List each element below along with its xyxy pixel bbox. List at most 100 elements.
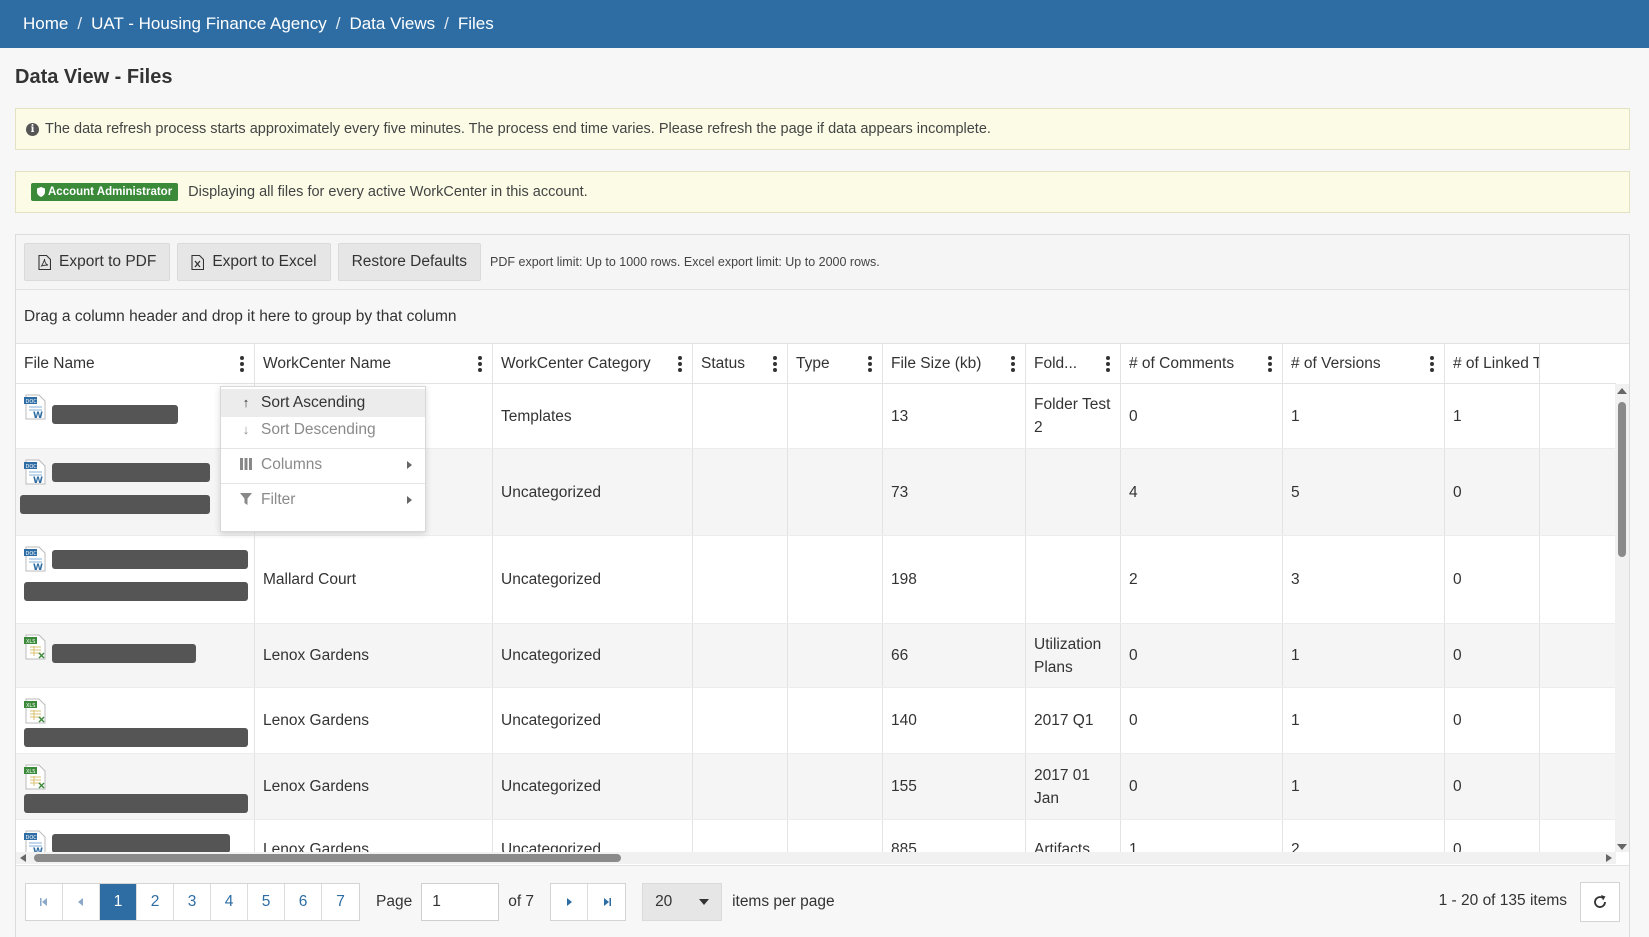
export-pdf-button[interactable]: Export to PDF (24, 243, 171, 281)
page-button[interactable]: 6 (285, 883, 322, 920)
cell-comments: 0 (1121, 624, 1283, 687)
cell-folder (1026, 449, 1121, 535)
cell-file-name[interactable]: XLS (16, 624, 255, 687)
scroll-left-icon[interactable] (20, 854, 26, 862)
column-menu-icon[interactable] (678, 356, 682, 372)
excel-file-icon: XLS (24, 764, 46, 790)
column-header-workcenter-category[interactable]: WorkCenter Category (493, 344, 693, 384)
cell-file-name[interactable]: XLS (16, 688, 255, 753)
prev-page-button[interactable] (63, 883, 100, 920)
table-row[interactable]: XLS Lenox Gardens Uncategorized 155 2017 01 … (16, 754, 1616, 820)
cell-workcenter-name: Lenox Gardens (255, 754, 493, 819)
word-doc-icon: DOC W (24, 546, 46, 573)
column-header-type[interactable]: Type (788, 344, 883, 384)
sort-ascending-label: Sort Ascending (261, 394, 366, 411)
group-drop-panel[interactable]: Drag a column header and drop it here to… (16, 290, 1629, 344)
scroll-right-icon[interactable] (1606, 854, 1612, 862)
sort-ascending-item[interactable]: ↑ Sort Ascending (221, 389, 425, 417)
column-menu-icon[interactable] (1011, 356, 1015, 372)
column-title: # of Comments (1129, 355, 1235, 372)
page-button[interactable]: 2 (137, 883, 174, 920)
column-header-linked[interactable]: # of Linked T (1445, 344, 1540, 384)
page-button[interactable]: 3 (174, 883, 211, 920)
cell-type (788, 536, 883, 623)
cell-versions: 1 (1283, 754, 1445, 819)
column-menu-icon[interactable] (478, 356, 482, 372)
chevron-right-icon (407, 496, 412, 504)
excel-file-icon (191, 254, 205, 270)
sort-descending-icon: ↓ (242, 421, 250, 437)
column-header-file-size[interactable]: File Size (kb) (883, 344, 1026, 384)
svg-text:W: W (33, 411, 43, 420)
sort-descending-item[interactable]: ↓ Sort Descending (221, 416, 425, 444)
table-row[interactable]: DOC W Mallard Court Uncategorized 198 2 3 0 (16, 536, 1616, 624)
data-refresh-alert-text: The data refresh process starts approxim… (45, 121, 991, 137)
table-row[interactable]: XLS Lenox Gardens Uncategorized 140 2017 Q1 0… (16, 688, 1616, 754)
items-per-page-select[interactable]: 20 (642, 882, 723, 921)
word-doc-icon: DOC W (24, 394, 46, 421)
page-button[interactable]: 4 (211, 883, 248, 920)
restore-defaults-button[interactable]: Restore Defaults (337, 243, 482, 281)
column-menu-icon[interactable] (1106, 356, 1110, 372)
svg-text:W: W (33, 563, 43, 572)
column-header-comments[interactable]: # of Comments (1121, 344, 1283, 384)
column-header-versions[interactable]: # of Versions (1283, 344, 1445, 384)
column-menu-icon[interactable] (1268, 356, 1272, 372)
scroll-thumb[interactable] (1618, 402, 1626, 557)
cell-linked: 0 (1445, 449, 1540, 535)
horizontal-scrollbar[interactable] (16, 852, 1616, 864)
vertical-scrollbar[interactable] (1615, 384, 1629, 852)
cell-file-name[interactable]: XLS (16, 754, 255, 819)
pager-nav-buttons (550, 882, 627, 921)
refresh-button[interactable] (1580, 882, 1620, 922)
column-header-status[interactable]: Status (693, 344, 788, 384)
cell-file-size: 73 (883, 449, 1026, 535)
page-number-input[interactable] (421, 882, 500, 921)
columns-item[interactable]: Columns (221, 451, 425, 479)
refresh-icon (1594, 895, 1606, 908)
cell-folder: 2017 01 Jan (1026, 754, 1121, 819)
cell-type (788, 384, 883, 448)
next-page-button[interactable] (551, 883, 589, 920)
cell-status (693, 449, 788, 535)
first-page-button[interactable] (26, 883, 63, 920)
breadcrumb-account[interactable]: UAT - Housing Finance Agency (91, 14, 327, 34)
breadcrumb-home[interactable]: Home (23, 14, 68, 34)
last-page-button[interactable] (588, 884, 625, 920)
word-doc-icon: DOC W (24, 459, 46, 486)
column-title: Type (796, 355, 830, 372)
svg-text:XLS: XLS (26, 769, 35, 775)
column-menu-icon[interactable] (240, 356, 244, 372)
page-button[interactable]: 1 (100, 883, 137, 920)
cell-comments: 4 (1121, 449, 1283, 535)
page-button[interactable]: 7 (322, 884, 359, 920)
column-menu-icon[interactable] (868, 356, 872, 372)
filter-item[interactable]: Filter (221, 486, 425, 514)
column-title: WorkCenter Name (263, 355, 392, 372)
items-per-page-value: 20 (655, 892, 673, 910)
table-row[interactable]: XLS Lenox Gardens Uncategorized 66 Utilizati… (16, 624, 1616, 688)
scroll-up-icon[interactable] (1617, 388, 1627, 394)
page-button[interactable]: 5 (248, 883, 285, 920)
export-limit-note: PDF export limit: Up to 1000 rows. Excel… (490, 255, 880, 269)
redacted-file-name (52, 463, 210, 482)
column-menu-icon[interactable] (773, 356, 777, 372)
svg-text:DOC: DOC (26, 835, 38, 841)
cell-type (788, 754, 883, 819)
breadcrumb-separator: / (335, 14, 341, 33)
page-title: Data View - Files (15, 66, 173, 88)
cell-type (788, 688, 883, 753)
export-excel-button[interactable]: Export to Excel (177, 243, 331, 281)
cell-linked: 1 (1445, 384, 1540, 448)
column-header-file-name[interactable]: File Name (16, 344, 255, 384)
page-label: Page (376, 892, 413, 910)
column-header-folder[interactable]: Fold... (1026, 344, 1121, 384)
breadcrumb-data-views[interactable]: Data Views (349, 14, 435, 34)
column-header-workcenter-name[interactable]: WorkCenter Name (255, 344, 493, 384)
grid-toolbar: Export to PDF Export to Excel Restore De… (16, 235, 1629, 290)
cell-file-size: 140 (883, 688, 1026, 753)
scroll-thumb[interactable] (34, 854, 621, 862)
column-menu-icon[interactable] (1430, 356, 1434, 372)
scroll-down-icon[interactable] (1617, 844, 1627, 850)
cell-file-name[interactable]: DOC W (16, 536, 255, 623)
